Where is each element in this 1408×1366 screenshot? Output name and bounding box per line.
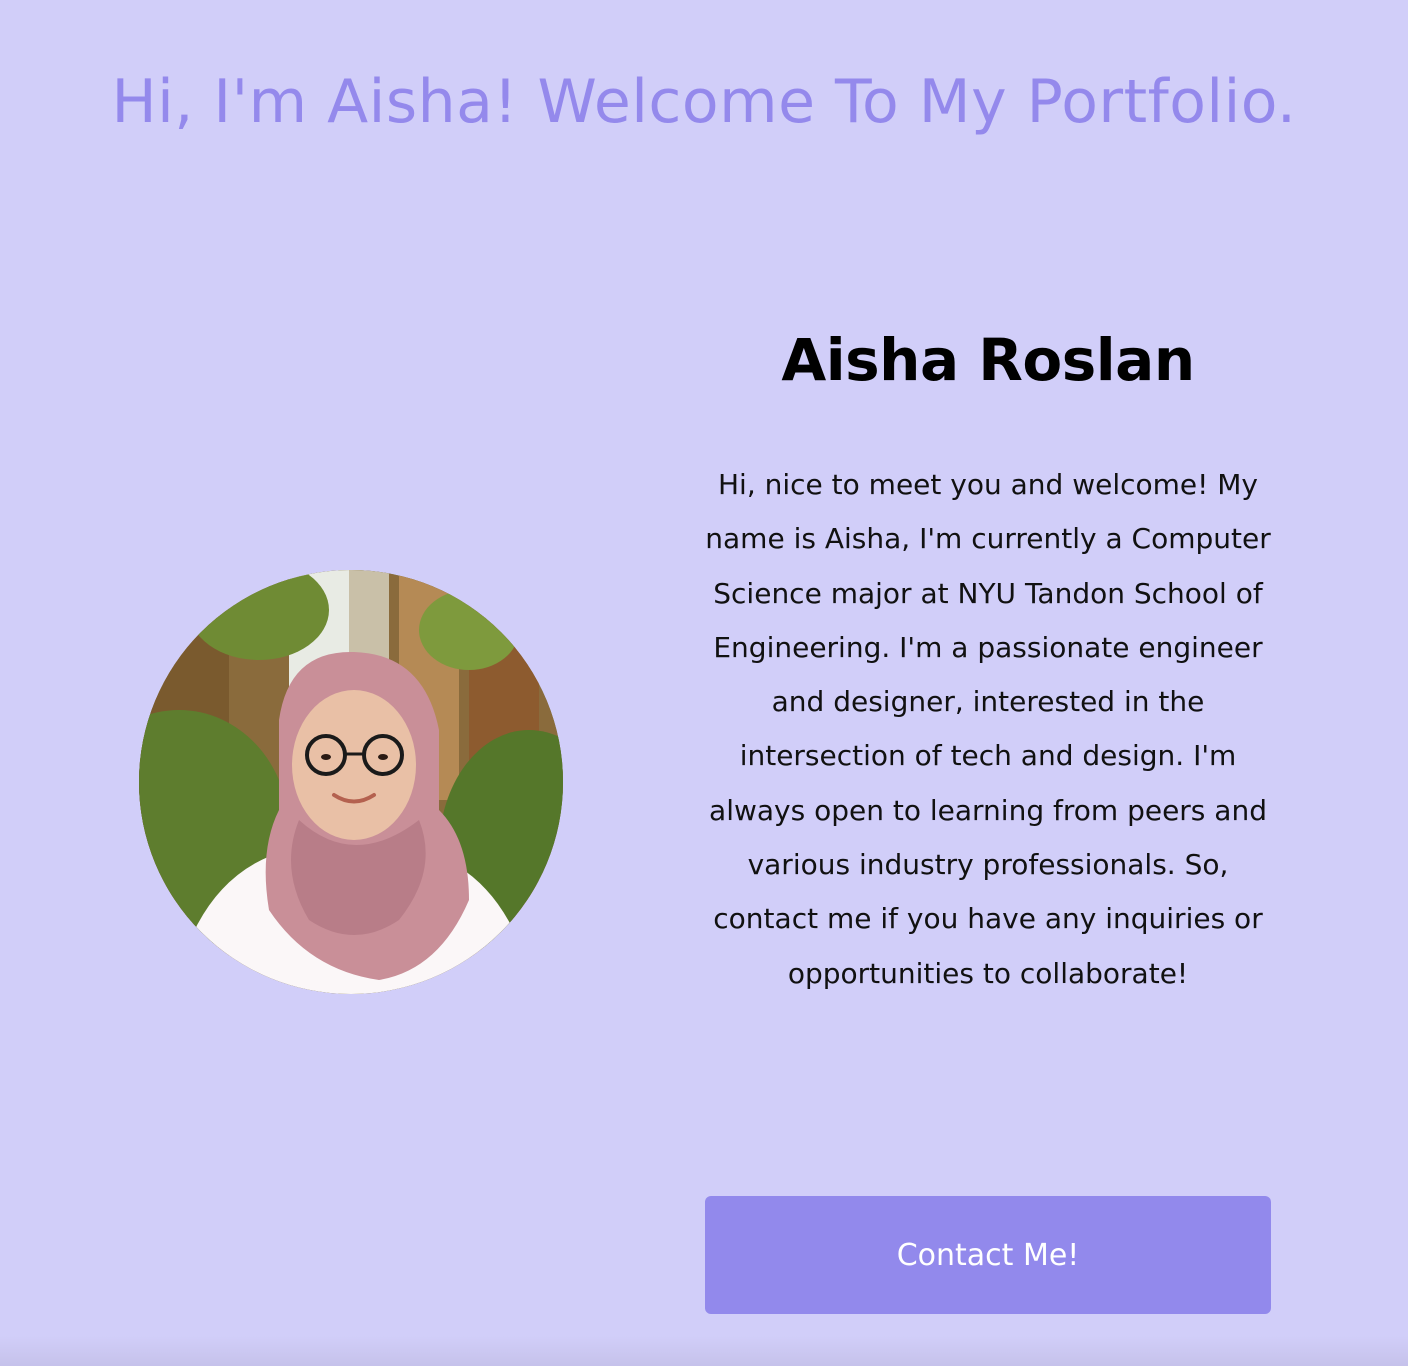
contact-me-button[interactable]: Contact Me! [705, 1196, 1271, 1314]
profile-photo [139, 570, 563, 994]
profile-bio: Hi, nice to meet you and welcome! My nam… [705, 468, 1271, 990]
profile-name: Aisha Roslan [781, 326, 1195, 394]
bottom-edge-shadow [0, 1336, 1408, 1366]
avatar [139, 570, 563, 994]
profile-section: Aisha Roslan Hi, nice to meet you and we… [705, 318, 1271, 990]
page-title: Hi, I'm Aisha! Welcome To My Portfolio. [111, 67, 1297, 137]
